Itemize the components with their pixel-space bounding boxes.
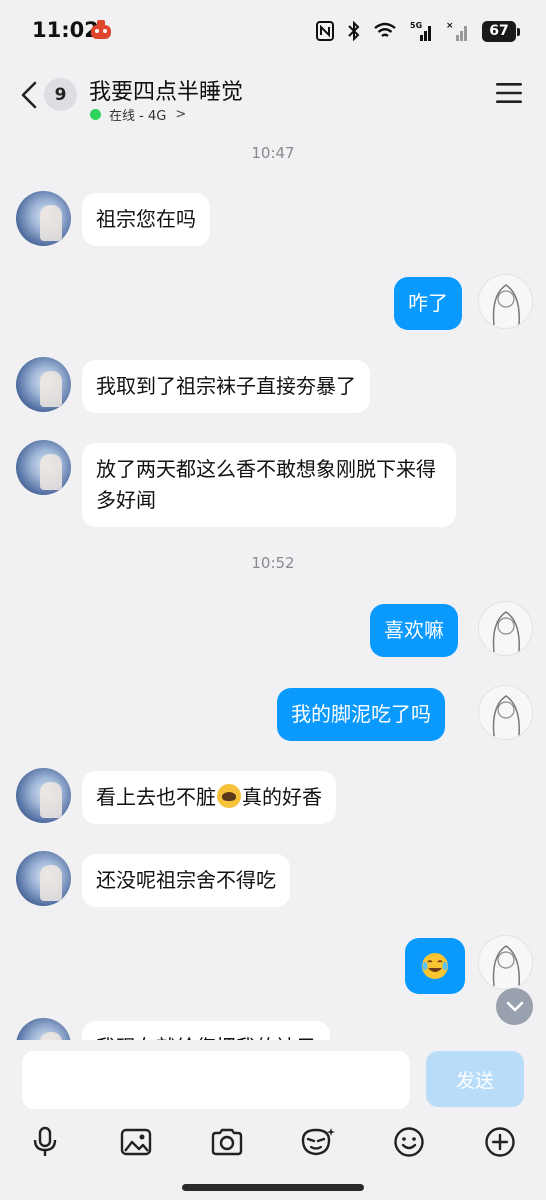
bluetooth-icon: [348, 21, 360, 41]
laughing-tears-icon: [422, 953, 448, 979]
image-button[interactable]: [116, 1122, 156, 1162]
more-button[interactable]: [480, 1122, 520, 1162]
scroll-to-bottom-button[interactable]: [496, 988, 533, 1025]
composer-toolbar: [0, 1122, 546, 1166]
presence-text: 在线 - 4G: [109, 109, 167, 124]
user-avatar[interactable]: [478, 935, 533, 990]
sticker-icon: [301, 1128, 335, 1156]
user-avatar[interactable]: [478, 274, 533, 329]
message-timestamp: 10:52: [251, 554, 295, 572]
status-time: 11:02: [32, 18, 99, 42]
camera-button[interactable]: [207, 1122, 247, 1162]
emoji-icon: [394, 1127, 424, 1157]
camera-icon: [211, 1128, 243, 1156]
online-dot-icon: [90, 109, 101, 120]
chevron-right-icon: >: [175, 107, 187, 122]
message-bubble-outgoing[interactable]: 喜欢嘛: [370, 604, 458, 657]
back-arrow-icon[interactable]: [18, 80, 40, 110]
message-bubble-incoming[interactable]: 看上去也不脏 真的好香: [82, 771, 336, 824]
message-text: 真的好香: [242, 785, 322, 809]
status-indicators: 5G × 67: [316, 19, 520, 43]
contact-avatar[interactable]: [16, 440, 71, 495]
contact-avatar[interactable]: [16, 191, 71, 246]
sticker-button[interactable]: [298, 1122, 338, 1162]
message-text: 看上去也不脏: [96, 785, 216, 809]
microphone-button[interactable]: [25, 1122, 65, 1162]
menu-icon[interactable]: [496, 82, 522, 104]
presence-status[interactable]: 在线 - 4G >: [90, 105, 186, 124]
cellular-5g-icon: 5G: [410, 21, 431, 41]
svg-text:5G: 5G: [410, 21, 422, 30]
plus-icon: [485, 1127, 515, 1157]
user-avatar[interactable]: [478, 685, 533, 740]
nfc-icon: [316, 21, 334, 41]
unread-count-badge[interactable]: 9: [44, 78, 77, 111]
message-timestamp: 10:47: [251, 144, 295, 162]
chevron-down-icon: [506, 1001, 523, 1011]
image-icon: [120, 1128, 152, 1156]
message-bubble-incoming[interactable]: 放了两天都这么香不敢想象刚脱下来得多好闻: [82, 443, 456, 527]
app-notification-icon: [91, 20, 111, 39]
message-bubble-outgoing[interactable]: 咋了: [394, 277, 462, 330]
home-indicator[interactable]: [182, 1184, 364, 1191]
chat-screen: 11:02 5G × 67 9 我要四点半睡觉 在线 - 4G > 10:47 …: [0, 0, 546, 1200]
status-bar: 11:02 5G × 67: [0, 0, 546, 62]
message-input[interactable]: [22, 1051, 410, 1109]
battery-indicator: 67: [482, 20, 520, 42]
contact-avatar[interactable]: [16, 357, 71, 412]
contact-avatar[interactable]: [16, 851, 71, 906]
chat-header: 9 我要四点半睡觉 在线 - 4G >: [0, 62, 546, 130]
user-avatar[interactable]: [478, 601, 533, 656]
message-bubble-incoming[interactable]: 祖宗您在吗: [82, 193, 210, 246]
svg-text:×: ×: [446, 21, 454, 31]
message-bubble-outgoing[interactable]: [405, 938, 465, 994]
composer: 发送: [0, 1040, 546, 1200]
chat-title[interactable]: 我要四点半睡觉: [89, 74, 243, 106]
cellular-secondary-icon: ×: [446, 21, 467, 41]
send-button[interactable]: 发送: [426, 1051, 524, 1107]
emoji-button[interactable]: [389, 1122, 429, 1162]
astonished-face-icon: [217, 784, 241, 808]
message-bubble-incoming[interactable]: 我取到了祖宗袜子直接夯暴了: [82, 360, 370, 413]
message-bubble-incoming[interactable]: 还没呢祖宗舍不得吃: [82, 854, 290, 907]
wifi-icon: [374, 22, 396, 37]
microphone-icon: [33, 1126, 57, 1156]
message-bubble-outgoing[interactable]: 我的脚泥吃了吗: [277, 688, 445, 741]
contact-avatar[interactable]: [16, 768, 71, 823]
